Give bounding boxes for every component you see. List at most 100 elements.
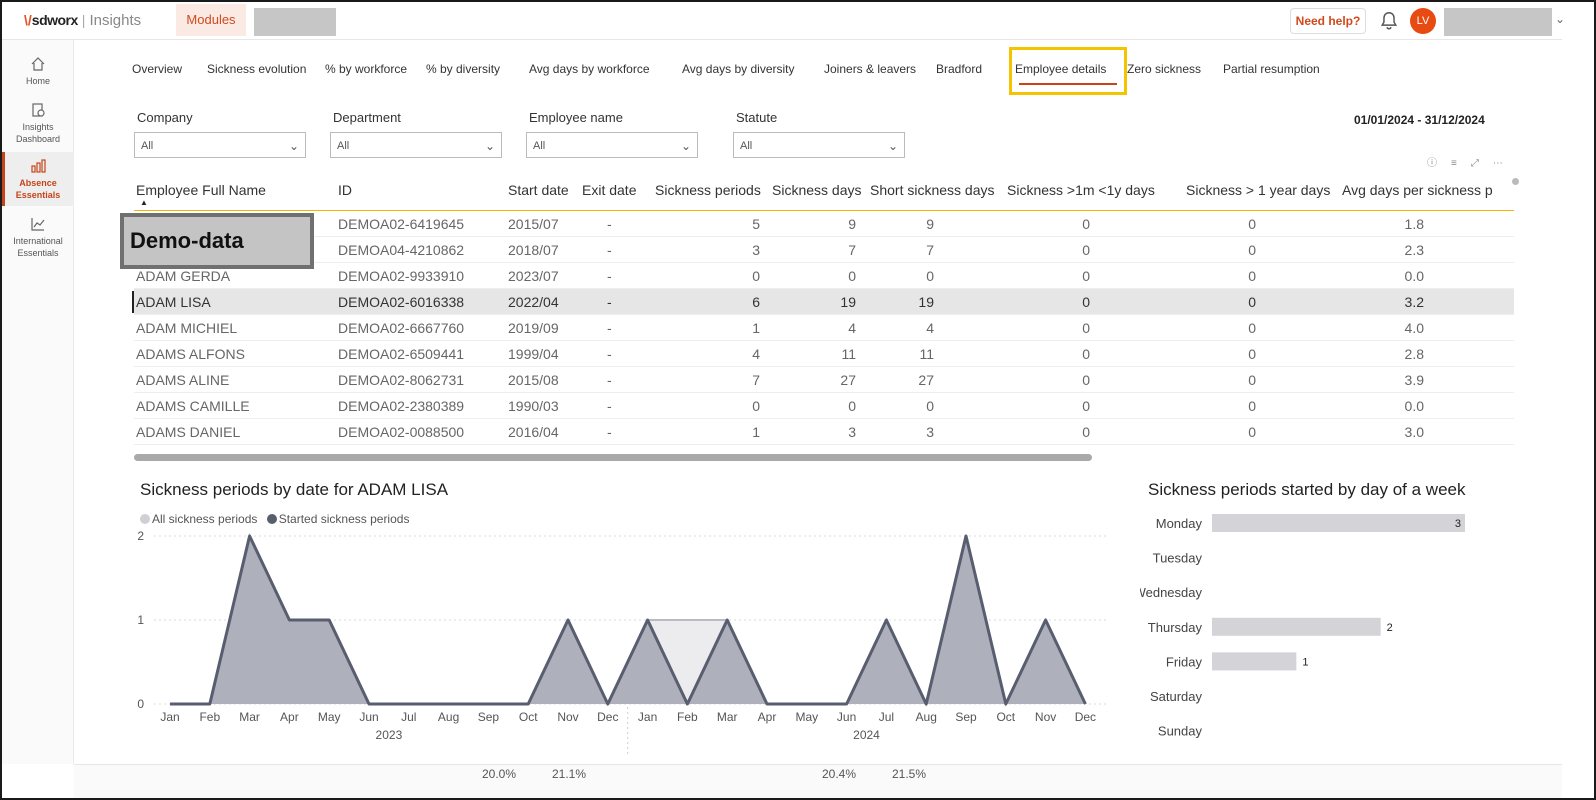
tab-pct-by-diversity[interactable]: % by diversity (426, 62, 500, 76)
tab-partial-resumption[interactable]: Partial resumption (1223, 62, 1320, 76)
filter-label-statute: Statute (736, 110, 778, 125)
table-cell: 0 (1082, 398, 1090, 414)
col-header-short-sickness-days[interactable]: Short sickness days (870, 182, 995, 198)
employee-details-table: Employee Full Name ID Start date Exit da… (132, 174, 1514, 466)
date-range-label: 01/01/2024 - 31/12/2024 (1354, 113, 1485, 127)
col-header-sickness-1m-1y-days[interactable]: Sickness >1m <1y days (1007, 182, 1155, 198)
table-cell: 27 (840, 372, 856, 388)
chevron-down-icon: ⌄ (680, 139, 691, 153)
col-header-start-date[interactable]: Start date (508, 182, 569, 198)
dropdown-value: All (141, 140, 154, 152)
table-row[interactable]: ADAM LISA DEMOA02-6016338 2022/04 - 6 19 19 0 0 3… (132, 289, 1514, 315)
bar-data-label: 2 (1387, 622, 1393, 634)
sidebar-item-label: Absence Essentials (15, 178, 61, 200)
need-help-button[interactable]: Need help? (1290, 8, 1366, 34)
chevron-down-icon[interactable]: ⌄ (1555, 12, 1565, 26)
col-header-sickness-days[interactable]: Sickness days (772, 182, 861, 198)
col-header-exit-date[interactable]: Exit date (582, 182, 636, 198)
bleed-value: 20.4% (822, 767, 857, 781)
tab-avg-days-by-workforce[interactable]: Avg days by workforce (529, 62, 650, 76)
table-cell: 0 (926, 268, 934, 284)
table-cell: DEMOA02-8062731 (338, 372, 465, 388)
chart-line-icon (31, 218, 45, 231)
tab-sickness-evolution[interactable]: Sickness evolution (207, 62, 306, 76)
sidebar-item-label: International Essentials (13, 236, 63, 258)
user-avatar[interactable]: LV (1410, 8, 1436, 34)
col-header-avg-days-per-period[interactable]: Avg days per sickness p (1342, 182, 1493, 198)
x-tick-label: Feb (199, 710, 220, 724)
table-cell: - (607, 372, 612, 388)
sidebar-item-absence-essentials[interactable]: Absence Essentials (2, 152, 74, 206)
table-row[interactable]: ADAM MICHIEL DEMOA02-6667760 2019/09 - 1 4 4 0 0… (134, 315, 1514, 341)
table-cell: 0 (926, 398, 934, 414)
sidebar-item-label: Insights Dashboard (15, 122, 61, 144)
visual-header-icons: ⓘ ≡ ⤢ ⋯ (1427, 154, 1517, 169)
more-options-icon[interactable]: ⋯ (1493, 158, 1503, 169)
x-tick-label: Apr (280, 710, 299, 724)
sort-ascending-icon[interactable]: ▲ (140, 198, 148, 207)
horizontal-scrollbar[interactable] (134, 454, 1092, 461)
bell-icon[interactable] (1378, 10, 1400, 32)
tab-avg-days-by-diversity[interactable]: Avg days by diversity (682, 62, 795, 76)
bar-data-label: 1 (1302, 656, 1308, 668)
table-cell: 0 (1248, 346, 1256, 362)
x-tick-label: Jul (879, 710, 894, 724)
filter-label-employee-name: Employee name (529, 110, 623, 125)
bar-category-label: Thursday (1148, 620, 1203, 635)
table-cell: 3 (752, 242, 760, 258)
bar-category-label: Saturday (1150, 689, 1203, 704)
table-cell: 1 (752, 320, 760, 336)
sdworx-logo[interactable]: \/sdworx | Insights (24, 12, 141, 29)
table-cell: 0 (1248, 216, 1256, 232)
filter-icon[interactable]: ≡ (1451, 158, 1457, 169)
bar (1212, 652, 1297, 671)
help-icon[interactable]: ⓘ (1427, 158, 1437, 169)
table-cell: ADAMS DANIEL (136, 424, 241, 440)
dropdown-value: All (533, 140, 546, 152)
table-row[interactable]: ADAMS CAMILLE DEMOA02-2380389 1990/03 - 0 0 0 0… (134, 393, 1514, 419)
table-row[interactable]: DEMOA04-4210862 2018/07 - 3 7 7 0 0 2.3 (134, 237, 1514, 263)
bleed-value: 20.0% (482, 767, 517, 781)
tab-bradford[interactable]: Bradford (936, 62, 982, 76)
table-row[interactable]: ADAM GERDA DEMOA02-9933910 2023/07 - 0 0 0 0 0 0.… (134, 263, 1514, 289)
company-dropdown[interactable]: All ⌄ (134, 132, 306, 158)
table-cell: DEMOA02-0088500 (338, 424, 465, 440)
x-tick-label: Sep (478, 710, 500, 724)
redacted-module-block (254, 8, 336, 36)
table-cell: 3 (926, 424, 934, 440)
sidebar-item-home[interactable]: Home (2, 56, 74, 92)
x-tick-label: Feb (677, 710, 698, 724)
tab-zero-sickness[interactable]: Zero sickness (1127, 62, 1201, 76)
col-header-id[interactable]: ID (338, 182, 352, 198)
col-header-sickness-over-1y-days[interactable]: Sickness > 1 year days (1186, 182, 1330, 198)
table-cell: 9 (848, 216, 856, 232)
table-row[interactable]: ADAMS ALFONS DEMOA02-6509441 1999/04 - 4 11 11… (134, 341, 1514, 367)
tab-joiners-leavers[interactable]: Joiners & leavers (824, 62, 916, 76)
table-cell: 0 (1248, 398, 1256, 414)
x-tick-label: Oct (996, 710, 1015, 724)
department-dropdown[interactable]: All ⌄ (330, 132, 502, 158)
vertical-scrollbar[interactable] (1512, 178, 1519, 185)
x-tick-label: May (795, 710, 818, 724)
focus-mode-icon[interactable]: ⤢ (1471, 158, 1479, 169)
tab-overview[interactable]: Overview (132, 62, 182, 76)
tab-pct-by-workforce[interactable]: % by workforce (325, 62, 407, 76)
table-row[interactable]: DEMOA02-6419645 2015/07 - 5 9 9 0 0 1.8 (134, 211, 1514, 237)
logo-product: Insights (89, 12, 142, 29)
employee-name-dropdown[interactable]: All ⌄ (526, 132, 698, 158)
sidebar-item-international-essentials[interactable]: International Essentials (2, 216, 74, 262)
statute-dropdown[interactable]: All ⌄ (733, 132, 905, 158)
table-row[interactable]: ADAMS DANIEL DEMOA02-0088500 2016/04 - 1 3 3 0 0… (134, 419, 1514, 445)
col-header-name[interactable]: Employee Full Name (136, 182, 266, 198)
bleed-value: 21.5% (892, 767, 927, 781)
modules-tab[interactable]: Modules (176, 4, 246, 36)
table-cell: DEMOA02-6016338 (338, 294, 465, 310)
col-header-sickness-periods[interactable]: Sickness periods (655, 182, 761, 198)
redacted-user-name[interactable] (1444, 8, 1552, 36)
sidebar-item-insights-dashboard[interactable]: Insights Dashboard (2, 102, 74, 148)
table-cell: 7 (848, 242, 856, 258)
bar (1212, 514, 1465, 532)
table-cell: 0.0 (1404, 398, 1424, 414)
table-row[interactable]: ADAMS ALINE DEMOA02-8062731 2015/08 - 7 27 27 0… (134, 367, 1514, 393)
y-tick-label: 1 (137, 613, 144, 627)
